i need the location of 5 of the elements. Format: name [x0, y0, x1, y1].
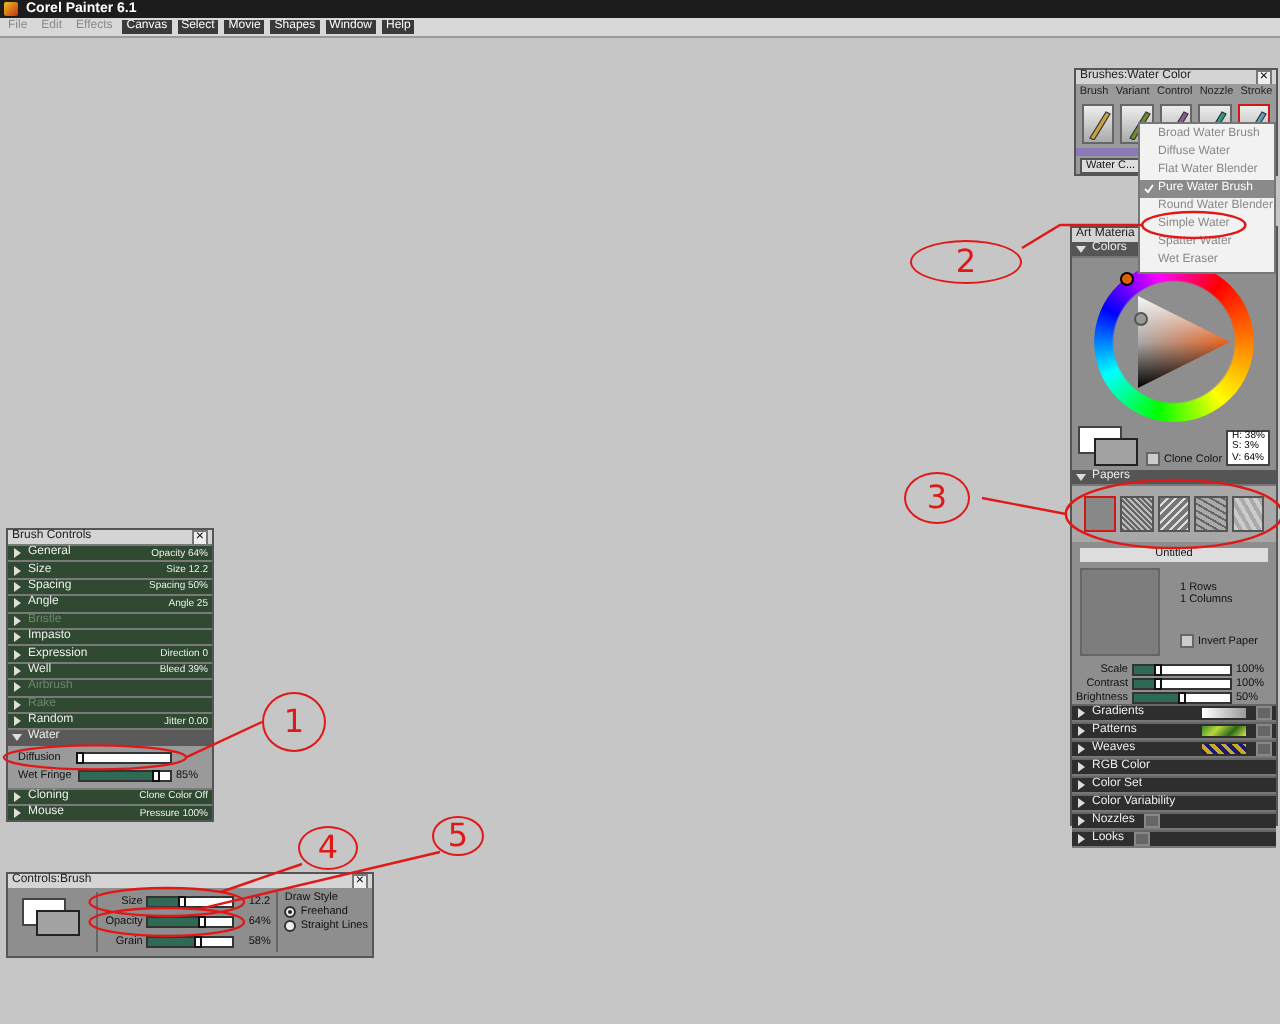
annotation-number: 1	[262, 692, 326, 752]
annotation-number: 2	[910, 240, 1022, 284]
annotation-number: 5	[432, 816, 484, 856]
annotation-number: 3	[904, 472, 970, 524]
annotation-number: 4	[298, 826, 358, 870]
